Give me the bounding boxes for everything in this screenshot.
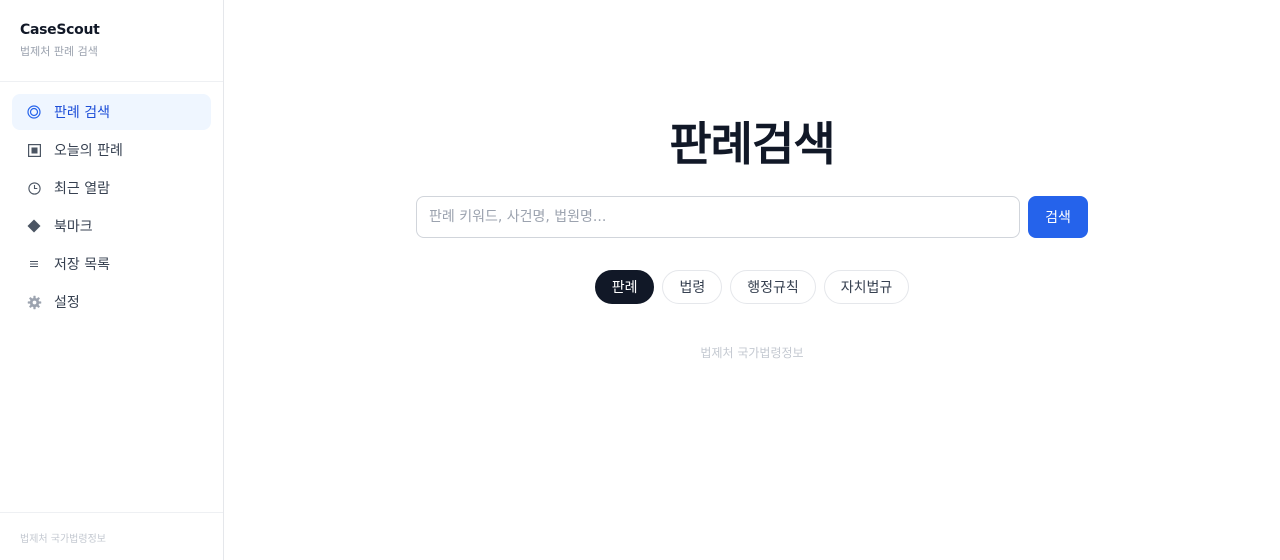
sidebar-item-settings[interactable]: 설정: [12, 284, 211, 320]
sidebar-item-label: 오늘의 판례: [54, 143, 123, 159]
sidebar-nav: 판례 검색 오늘의 판례 최근 열람 북마크 저장 목록 설정: [0, 82, 223, 320]
target-icon: [26, 105, 42, 119]
category-chips: 판례 법령 행정규칙 자치법규: [224, 270, 1280, 304]
sidebar-footer: 법제처 국가법령정보: [0, 512, 223, 560]
chip-statute[interactable]: 법령: [662, 270, 723, 304]
sidebar-item-saved-list[interactable]: 저장 목록: [12, 246, 211, 282]
sidebar-item-label: 최근 열람: [54, 181, 110, 197]
sidebar-item-label: 북마크: [54, 219, 93, 235]
square-icon: [26, 143, 42, 157]
diamond-icon: [26, 219, 42, 233]
sidebar-item-case-search[interactable]: 판례 검색: [12, 94, 211, 130]
brand: CaseScout 법제처 판례 검색: [0, 0, 223, 82]
sidebar-item-label: 설정: [54, 295, 80, 311]
sidebar-item-today-case[interactable]: 오늘의 판례: [12, 132, 211, 168]
chip-admin-rule[interactable]: 행정규칙: [730, 270, 816, 304]
sidebar-item-label: 저장 목록: [54, 257, 110, 273]
search-button[interactable]: 검색: [1028, 196, 1088, 238]
source-note: 법제처 국가법령정보: [700, 346, 804, 360]
page-title: 판례검색: [669, 117, 835, 171]
clock-icon: [26, 181, 42, 195]
main-content: 판례검색 검색 판례 법령 행정규칙 자치법규 법제처 국가법령정보: [224, 0, 1280, 560]
sidebar-item-label: 판례 검색: [54, 105, 110, 121]
sidebar-item-recent[interactable]: 최근 열람: [12, 170, 211, 206]
brand-subtitle: 법제처 판례 검색: [20, 45, 98, 58]
sidebar: CaseScout 법제처 판례 검색 판례 검색 오늘의 판례 최근 열람 북…: [0, 0, 224, 560]
search-bar: 검색: [416, 196, 1088, 238]
list-icon: [26, 260, 42, 268]
chip-local-law[interactable]: 자치법규: [823, 270, 910, 304]
sidebar-item-bookmark[interactable]: 북마크: [12, 208, 211, 244]
brand-title: CaseScout: [20, 22, 100, 38]
gear-icon: [26, 295, 42, 310]
chip-precedent[interactable]: 판례: [594, 270, 655, 304]
search-input[interactable]: [416, 196, 1020, 238]
